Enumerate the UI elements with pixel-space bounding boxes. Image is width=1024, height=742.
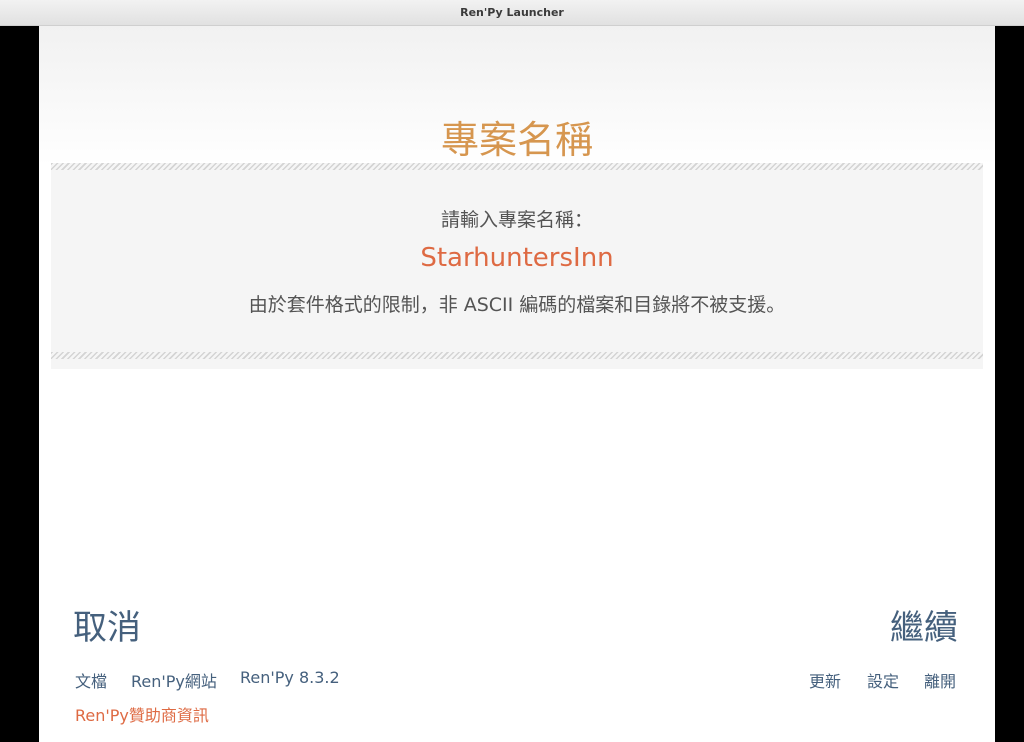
quit-link[interactable]: 離開 bbox=[924, 668, 956, 692]
project-name-prompt: 請輸入專案名稱： bbox=[440, 209, 593, 231]
continue-button[interactable]: 繼續 bbox=[890, 606, 958, 650]
hatch-divider-bottom bbox=[51, 352, 983, 359]
preferences-link[interactable]: 設定 bbox=[867, 668, 899, 692]
renpy-website-link[interactable]: Ren'Py網站 bbox=[131, 668, 217, 692]
window-titlebar[interactable]: Ren'Py Launcher bbox=[0, 0, 1024, 26]
documentation-link[interactable]: 文檔 bbox=[75, 668, 107, 692]
update-link[interactable]: 更新 bbox=[809, 668, 841, 692]
window-title: Ren'Py Launcher bbox=[460, 6, 564, 19]
page-title: 專案名稱 bbox=[440, 118, 593, 162]
project-name-input[interactable]: StarhuntersInn bbox=[51, 243, 983, 273]
sponsor-link[interactable]: Ren'Py贊助商資訊 bbox=[75, 702, 209, 726]
renpy-version-link[interactable]: Ren'Py 8.3.2 bbox=[240, 668, 340, 687]
hatch-divider-top bbox=[51, 163, 983, 170]
project-name-box: 請輸入專案名稱： StarhuntersInn 由於套件格式的限制，非 ASCI… bbox=[51, 163, 983, 369]
cancel-button[interactable]: 取消 bbox=[73, 606, 141, 650]
ascii-notice: 由於套件格式的限制，非 ASCII 編碼的檔案和目錄將不被支援。 bbox=[248, 294, 786, 316]
launcher-panel: 專案名稱 請輸入專案名稱： StarhuntersInn 由於套件格式的限制，非… bbox=[39, 26, 995, 742]
